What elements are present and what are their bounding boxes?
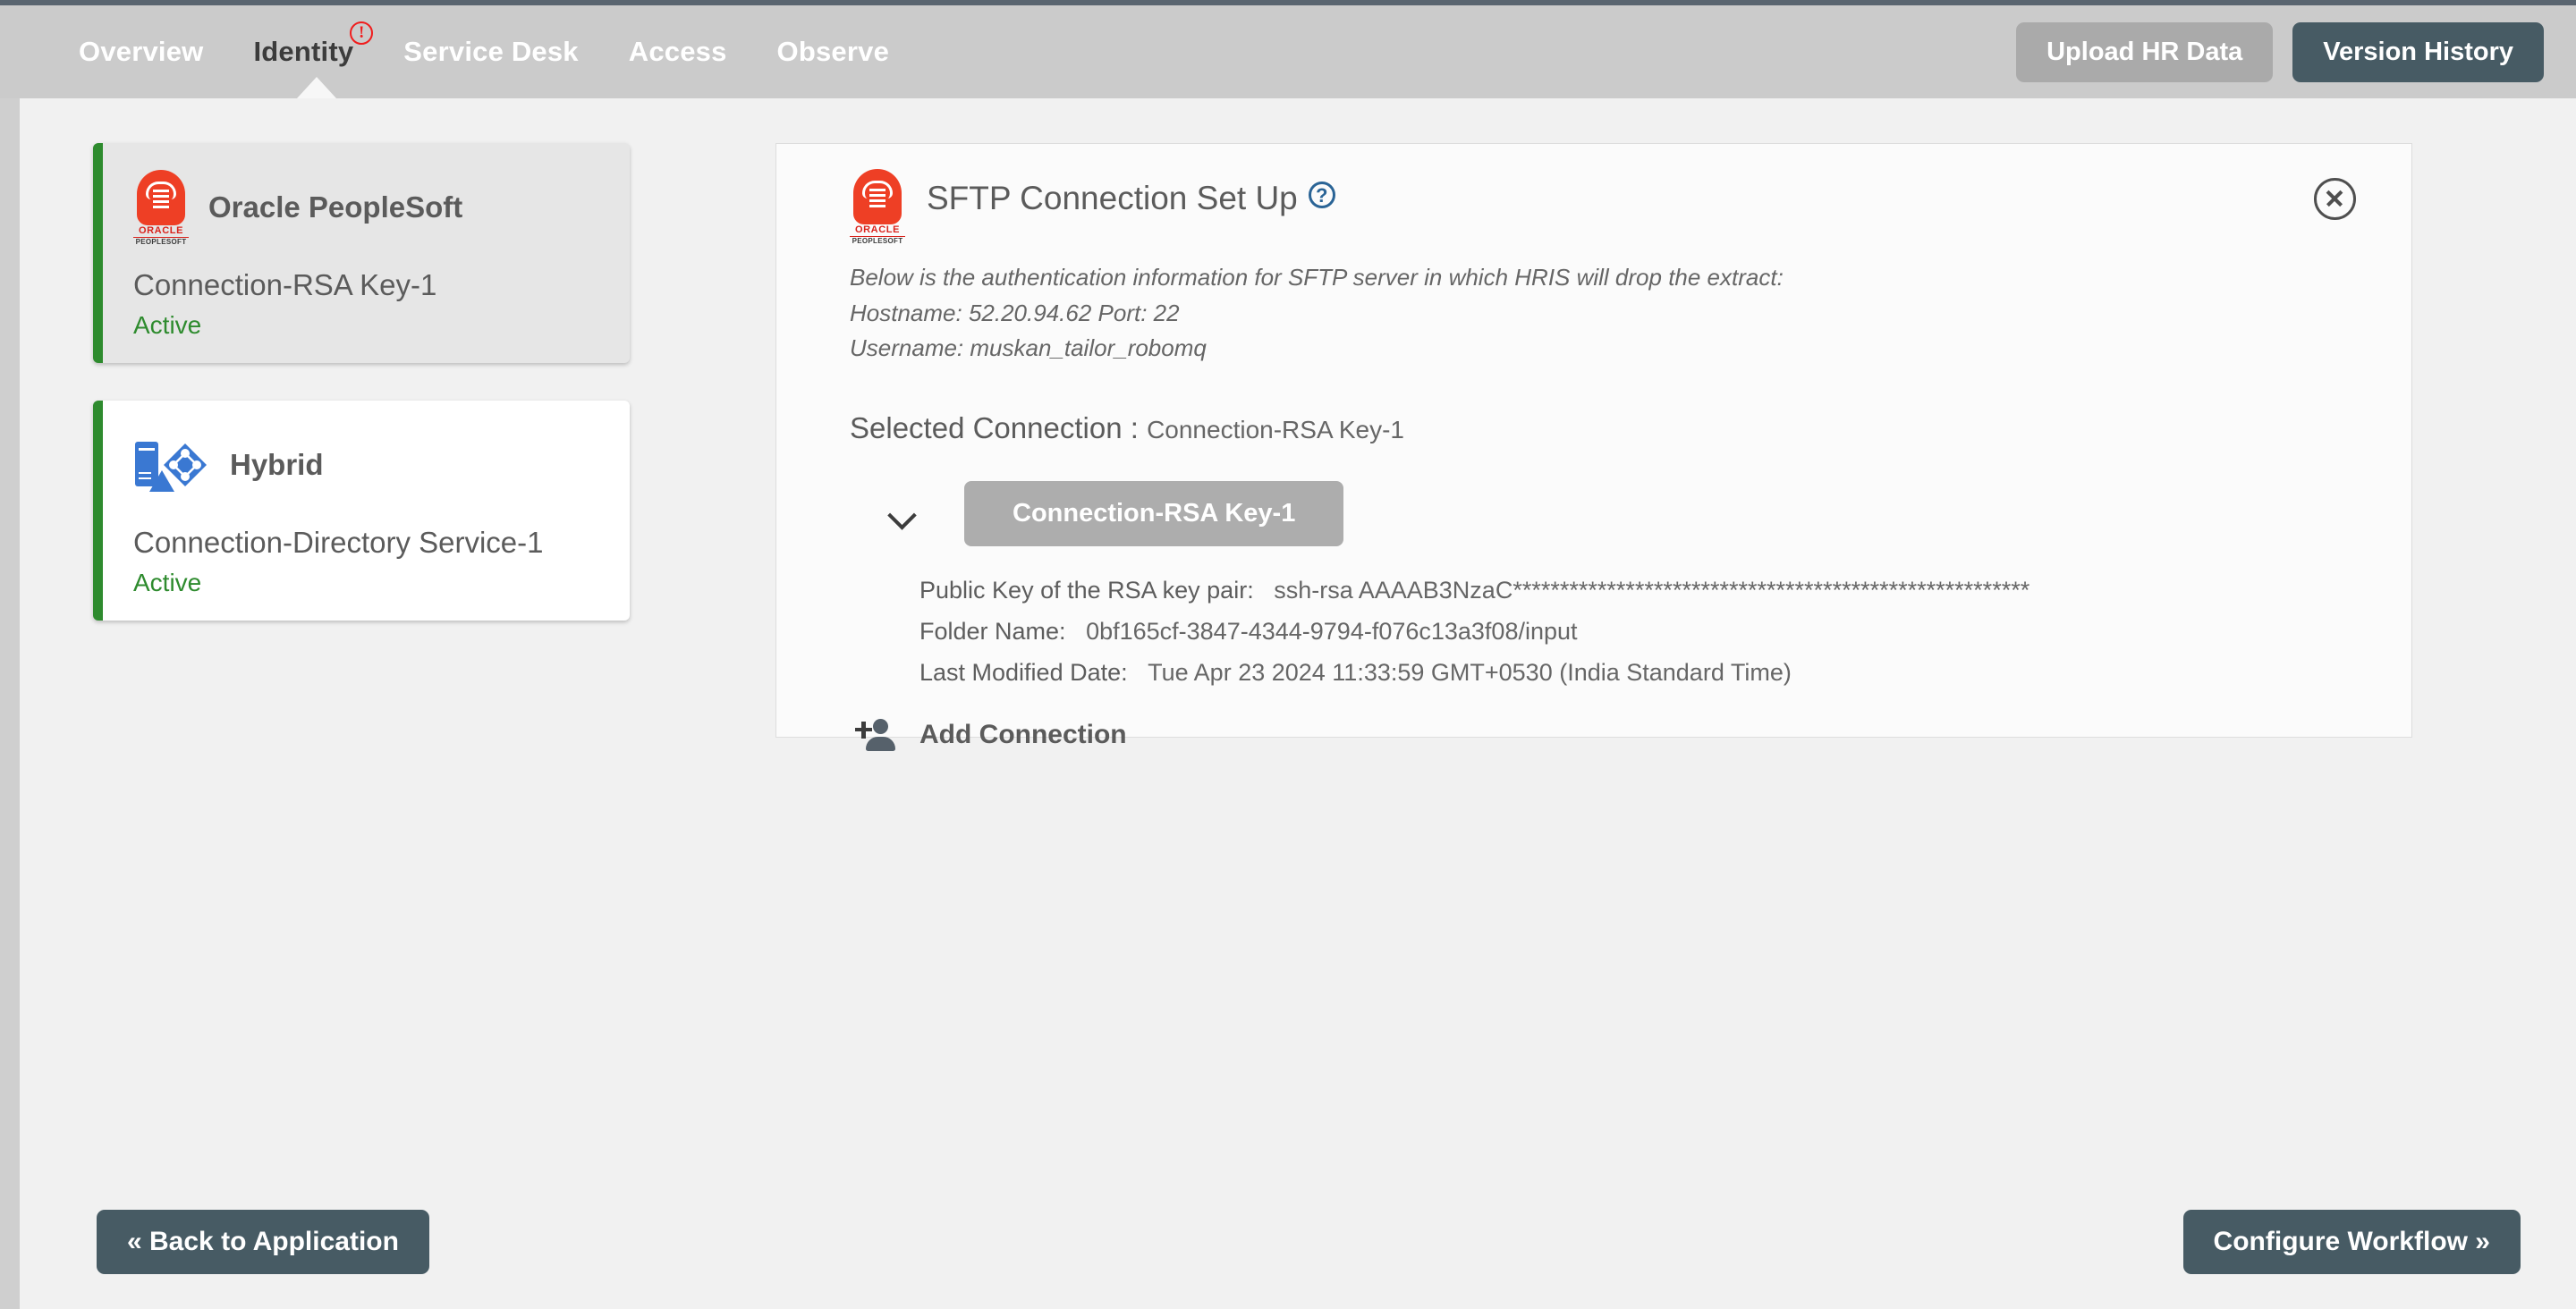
connection-card-oracle-peoplesoft[interactable]: ORACLE PEOPLESOFT Oracle PeopleSoft Conn… bbox=[93, 143, 630, 363]
back-to-application-button[interactable]: « Back to Application bbox=[97, 1210, 429, 1274]
oracle-peoplesoft-logo-icon: ORACLE PEOPLESOFT bbox=[850, 169, 905, 245]
sftp-connection-panel: ORACLE PEOPLESOFT SFTP Connection Set Up… bbox=[775, 143, 2412, 751]
person-add-icon bbox=[855, 715, 898, 755]
topbar-actions: Upload HR Data Version History bbox=[2016, 21, 2544, 82]
nav-item-label: Access bbox=[628, 36, 727, 67]
auth-info-block: Below is the authentication information … bbox=[776, 244, 2411, 367]
active-tab-pointer-icon bbox=[297, 77, 336, 98]
nav-item-label: Observe bbox=[776, 36, 890, 67]
last-modified-label: Last Modified Date: bbox=[919, 659, 1128, 687]
last-modified-row: Last Modified Date: Tue Apr 23 2024 11:3… bbox=[919, 652, 2411, 693]
help-icon[interactable]: ? bbox=[1308, 182, 1335, 208]
last-modified-value: Tue Apr 23 2024 11:33:59 GMT+0530 (India… bbox=[1148, 659, 1792, 687]
public-key-value: ssh-rsa AAAAB3NzaC**********************… bbox=[1274, 576, 2030, 604]
selected-connection-label: Selected Connection : bbox=[850, 410, 1139, 444]
upload-hr-data-button[interactable]: Upload HR Data bbox=[2016, 21, 2274, 82]
oracle-peoplesoft-logo-icon: ORACLE PEOPLESOFT bbox=[133, 170, 189, 246]
hostname-port-text: Hostname: 52.20.94.62 Port: 22 bbox=[850, 299, 1180, 326]
configure-workflow-button[interactable]: Configure Workflow » bbox=[2182, 1210, 2521, 1274]
selected-connection-value: Connection-RSA Key-1 bbox=[1147, 415, 1404, 443]
panel-title: SFTP Connection Set Up? bbox=[927, 180, 1335, 217]
oracle-wordmark: ORACLE bbox=[133, 225, 189, 238]
chevron-down-icon[interactable] bbox=[887, 498, 918, 528]
nav-item-label: Service Desk bbox=[403, 36, 579, 67]
oracle-wordmark: ORACLE bbox=[850, 224, 905, 237]
public-key-label: Public Key of the RSA key pair: bbox=[919, 576, 1254, 604]
nav-item-label: Overview bbox=[79, 36, 204, 67]
card-header: Hybrid bbox=[133, 424, 603, 506]
close-icon[interactable] bbox=[2314, 178, 2356, 220]
folder-name-row: Folder Name: 0bf165cf-3847-4344-9794-f07… bbox=[919, 611, 2411, 652]
hybrid-directory-icon bbox=[133, 436, 210, 494]
nav-item-observe[interactable]: Observe bbox=[752, 36, 914, 68]
version-history-button[interactable]: Version History bbox=[2292, 21, 2544, 82]
connection-pill-button[interactable]: Connection-RSA Key-1 bbox=[964, 480, 1344, 546]
connection-card-list: ORACLE PEOPLESOFT Oracle PeopleSoft Conn… bbox=[93, 143, 630, 658]
nav-item-access[interactable]: Access bbox=[604, 36, 752, 68]
folder-name-label: Folder Name: bbox=[919, 617, 1066, 645]
connection-expander-row: Connection-RSA Key-1 bbox=[776, 445, 2411, 546]
public-key-row: Public Key of the RSA key pair: ssh-rsa … bbox=[919, 570, 2411, 611]
panel-title-text: SFTP Connection Set Up bbox=[927, 180, 1298, 216]
add-connection-label: Add Connection bbox=[919, 719, 1127, 749]
username-text: Username: muskan_tailor_robomq bbox=[850, 334, 1207, 362]
nav-item-overview[interactable]: Overview bbox=[54, 36, 228, 68]
connection-details: Public Key of the RSA key pair: ssh-rsa … bbox=[776, 546, 2411, 694]
nav-item-service-desk[interactable]: Service Desk bbox=[378, 36, 603, 68]
page-body: ORACLE PEOPLESOFT Oracle PeopleSoft Conn… bbox=[0, 98, 2576, 1309]
card-subtitle: Connection-RSA Key-1 bbox=[133, 268, 437, 301]
card-title: Oracle PeopleSoft bbox=[208, 190, 463, 224]
status-badge: Active bbox=[133, 311, 202, 339]
top-navigation-bar: Overview Identity ! Service Desk Access … bbox=[0, 0, 2576, 98]
panel-header: ORACLE PEOPLESOFT SFTP Connection Set Up… bbox=[776, 144, 2411, 245]
peoplesoft-wordmark: PEOPLESOFT bbox=[852, 237, 903, 245]
folder-name-value: 0bf165cf-3847-4344-9794-f076c13a3f08/inp… bbox=[1086, 617, 1578, 645]
nav-item-identity[interactable]: Identity ! bbox=[228, 21, 378, 68]
card-title: Hybrid bbox=[230, 448, 324, 481]
peoplesoft-wordmark: PEOPLESOFT bbox=[135, 238, 187, 246]
nav-item-label: Identity bbox=[253, 36, 354, 67]
add-connection-button[interactable]: Add Connection bbox=[776, 694, 2411, 755]
card-header: ORACLE PEOPLESOFT Oracle PeopleSoft bbox=[133, 166, 603, 249]
auth-intro-text: Below is the authentication information … bbox=[850, 264, 1784, 291]
selected-connection-row: Selected Connection : Connection-RSA Key… bbox=[776, 367, 2411, 445]
status-badge: Active bbox=[133, 569, 202, 596]
warning-icon: ! bbox=[350, 21, 374, 45]
card-subtitle: Connection-Directory Service-1 bbox=[133, 526, 544, 559]
nav-items: Overview Identity ! Service Desk Access … bbox=[54, 21, 914, 68]
connection-card-hybrid[interactable]: Hybrid Connection-Directory Service-1 Ac… bbox=[93, 401, 630, 621]
